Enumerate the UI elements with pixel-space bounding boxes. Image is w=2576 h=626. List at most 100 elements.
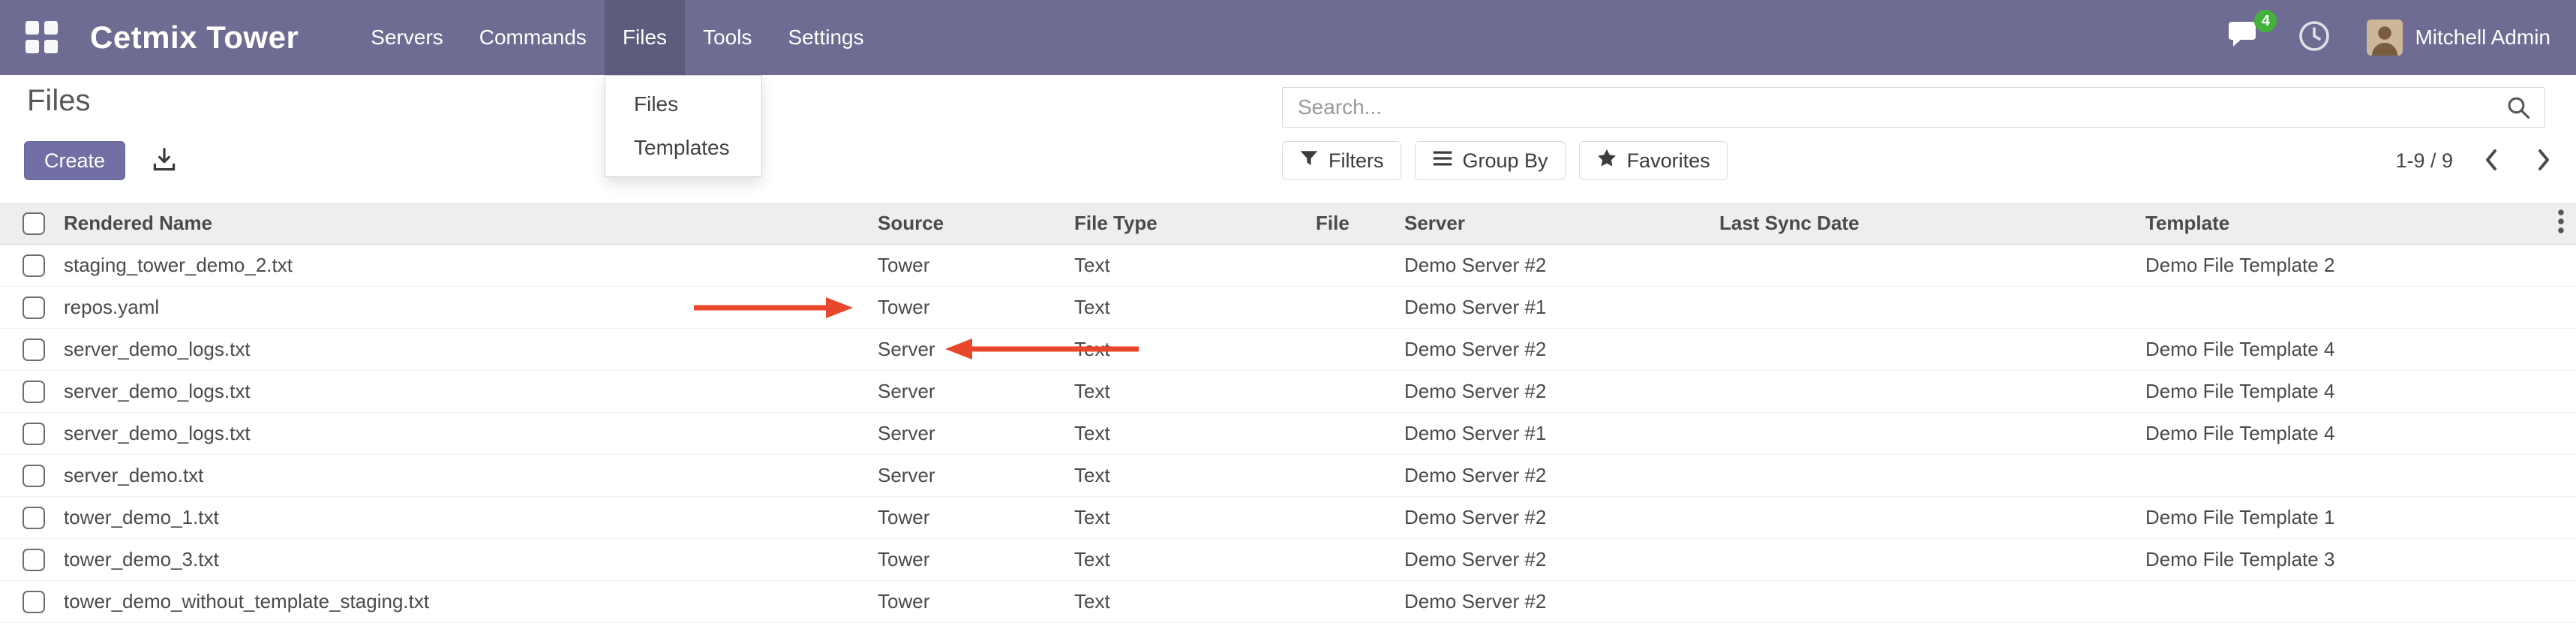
cell-rendered-name[interactable]: server_demo_logs.txt: [56, 370, 870, 412]
row-checkbox[interactable]: [23, 465, 45, 487]
cell-last-sync-date[interactable]: [1712, 496, 2138, 538]
cell-file[interactable]: [1308, 496, 1397, 538]
cell-source[interactable]: Server: [870, 370, 1067, 412]
row-checkbox[interactable]: [23, 254, 45, 277]
user-menu[interactable]: Mitchell Admin: [2367, 20, 2550, 56]
apps-grid-icon[interactable]: [26, 21, 59, 54]
cell-source[interactable]: Server: [870, 328, 1067, 370]
cell-file[interactable]: [1308, 244, 1397, 286]
row-checkbox[interactable]: [23, 423, 45, 445]
cell-server[interactable]: Demo Server #1: [1397, 286, 1712, 328]
dropdown-item-files[interactable]: Files: [605, 83, 761, 126]
cell-last-sync-date[interactable]: [1712, 244, 2138, 286]
table-row[interactable]: server_demo_logs.txtServerText Demo Serve…: [0, 328, 2576, 370]
cell-file-type[interactable]: Text: [1067, 538, 1308, 580]
cell-template[interactable]: [2138, 286, 2576, 328]
cell-server[interactable]: Demo Server #2: [1397, 328, 1712, 370]
column-source[interactable]: Source: [870, 203, 1067, 244]
pager-previous-button[interactable]: [2478, 145, 2502, 177]
cell-file[interactable]: [1308, 412, 1397, 454]
cell-file[interactable]: [1308, 538, 1397, 580]
search-input[interactable]: [1283, 88, 2505, 127]
menu-settings[interactable]: Settings: [770, 0, 881, 75]
menu-commands[interactable]: Commands: [461, 0, 605, 75]
row-checkbox[interactable]: [23, 549, 45, 571]
cell-file-type[interactable]: Text: [1067, 496, 1308, 538]
cell-source[interactable]: Server: [870, 454, 1067, 496]
cell-template[interactable]: Demo File Template 3: [2138, 538, 2576, 580]
cell-rendered-name[interactable]: staging_tower_demo_2.txt: [56, 244, 870, 286]
cell-rendered-name[interactable]: server_demo.txt: [56, 454, 870, 496]
cell-template[interactable]: [2138, 580, 2576, 622]
cell-server[interactable]: Demo Server #2: [1397, 496, 1712, 538]
table-row[interactable]: tower_demo_without_template_staging.txt T…: [0, 580, 2576, 622]
cell-last-sync-date[interactable]: [1712, 370, 2138, 412]
column-file-type[interactable]: File Type: [1067, 203, 1308, 244]
row-checkbox[interactable]: [23, 507, 45, 529]
cell-last-sync-date[interactable]: [1712, 412, 2138, 454]
row-checkbox[interactable]: [23, 339, 45, 361]
row-checkbox[interactable]: [23, 381, 45, 403]
column-file[interactable]: File: [1308, 203, 1397, 244]
menu-servers[interactable]: Servers: [353, 0, 461, 75]
table-row[interactable]: staging_tower_demo_2.txtTowerText Demo Se…: [0, 244, 2576, 286]
row-checkbox[interactable]: [23, 591, 45, 613]
cell-template[interactable]: [2138, 454, 2576, 496]
table-row[interactable]: server_demo.txtServerTextDemo Server #2: [0, 454, 2576, 496]
cell-file-type[interactable]: Text: [1067, 286, 1308, 328]
pager-next-button[interactable]: [2532, 145, 2556, 177]
group-by-button[interactable]: Group By: [1415, 141, 1566, 180]
cell-template[interactable]: Demo File Template 4: [2138, 370, 2576, 412]
cell-server[interactable]: Demo Server #2: [1397, 370, 1712, 412]
cell-file-type[interactable]: Text: [1067, 580, 1308, 622]
messages-button[interactable]: 4: [2227, 20, 2262, 56]
cell-file[interactable]: [1308, 454, 1397, 496]
cell-rendered-name[interactable]: tower_demo_3.txt: [56, 538, 870, 580]
cell-last-sync-date[interactable]: [1712, 328, 2138, 370]
cell-template[interactable]: Demo File Template 1: [2138, 496, 2576, 538]
table-row[interactable]: tower_demo_1.txtTowerText Demo Server #2 D…: [0, 496, 2576, 538]
cell-template[interactable]: Demo File Template 4: [2138, 328, 2576, 370]
cell-template[interactable]: Demo File Template 2: [2138, 244, 2576, 286]
cell-source[interactable]: Tower: [870, 538, 1067, 580]
table-row[interactable]: repos.yamlTowerText Demo Server #1: [0, 286, 2576, 328]
cell-file-type[interactable]: Text: [1067, 244, 1308, 286]
cell-rendered-name[interactable]: tower_demo_without_template_staging.txt: [56, 580, 870, 622]
cell-file-type[interactable]: Text: [1067, 370, 1308, 412]
cell-source[interactable]: Tower: [870, 496, 1067, 538]
menu-files[interactable]: Files: [605, 0, 685, 75]
cell-rendered-name[interactable]: tower_demo_1.txt: [56, 496, 870, 538]
table-row[interactable]: server_demo_logs.txtServerText Demo Serve…: [0, 370, 2576, 412]
column-last-sync-date[interactable]: Last Sync Date: [1712, 203, 2138, 244]
magnifier-icon[interactable]: [2505, 95, 2531, 120]
cell-rendered-name[interactable]: server_demo_logs.txt: [56, 328, 870, 370]
cell-last-sync-date[interactable]: [1712, 580, 2138, 622]
cell-source[interactable]: Tower: [870, 244, 1067, 286]
cell-rendered-name[interactable]: repos.yaml: [56, 286, 870, 328]
column-rendered-name[interactable]: Rendered Name: [56, 203, 870, 244]
cell-last-sync-date[interactable]: [1712, 538, 2138, 580]
table-row[interactable]: server_demo_logs.txtServerTextDemo Serve…: [0, 412, 2576, 454]
filters-button[interactable]: Filters: [1282, 141, 1401, 180]
app-brand[interactable]: Cetmix Tower: [90, 20, 299, 56]
cell-server[interactable]: Demo Server #2: [1397, 538, 1712, 580]
cell-file[interactable]: [1308, 286, 1397, 328]
cell-template[interactable]: Demo File Template 4: [2138, 412, 2576, 454]
cell-rendered-name[interactable]: server_demo_logs.txt: [56, 412, 870, 454]
table-row[interactable]: tower_demo_3.txtTowerText Demo Server #2 D…: [0, 538, 2576, 580]
favorites-button[interactable]: Favorites: [1579, 141, 1728, 180]
menu-tools[interactable]: Tools: [685, 0, 770, 75]
export-button[interactable]: [148, 143, 181, 179]
optional-columns-toggle-button[interactable]: [2550, 203, 2571, 244]
cell-server[interactable]: Demo Server #2: [1397, 244, 1712, 286]
activities-button[interactable]: [2298, 20, 2331, 56]
cell-source[interactable]: Tower: [870, 286, 1067, 328]
cell-server[interactable]: Demo Server #2: [1397, 580, 1712, 622]
cell-file-type[interactable]: Text: [1067, 412, 1308, 454]
cell-file[interactable]: [1308, 370, 1397, 412]
cell-file-type[interactable]: Text: [1067, 328, 1308, 370]
create-button[interactable]: Create: [24, 141, 125, 180]
cell-source[interactable]: Server: [870, 412, 1067, 454]
dropdown-item-templates[interactable]: Templates: [605, 126, 761, 170]
cell-file[interactable]: [1308, 580, 1397, 622]
